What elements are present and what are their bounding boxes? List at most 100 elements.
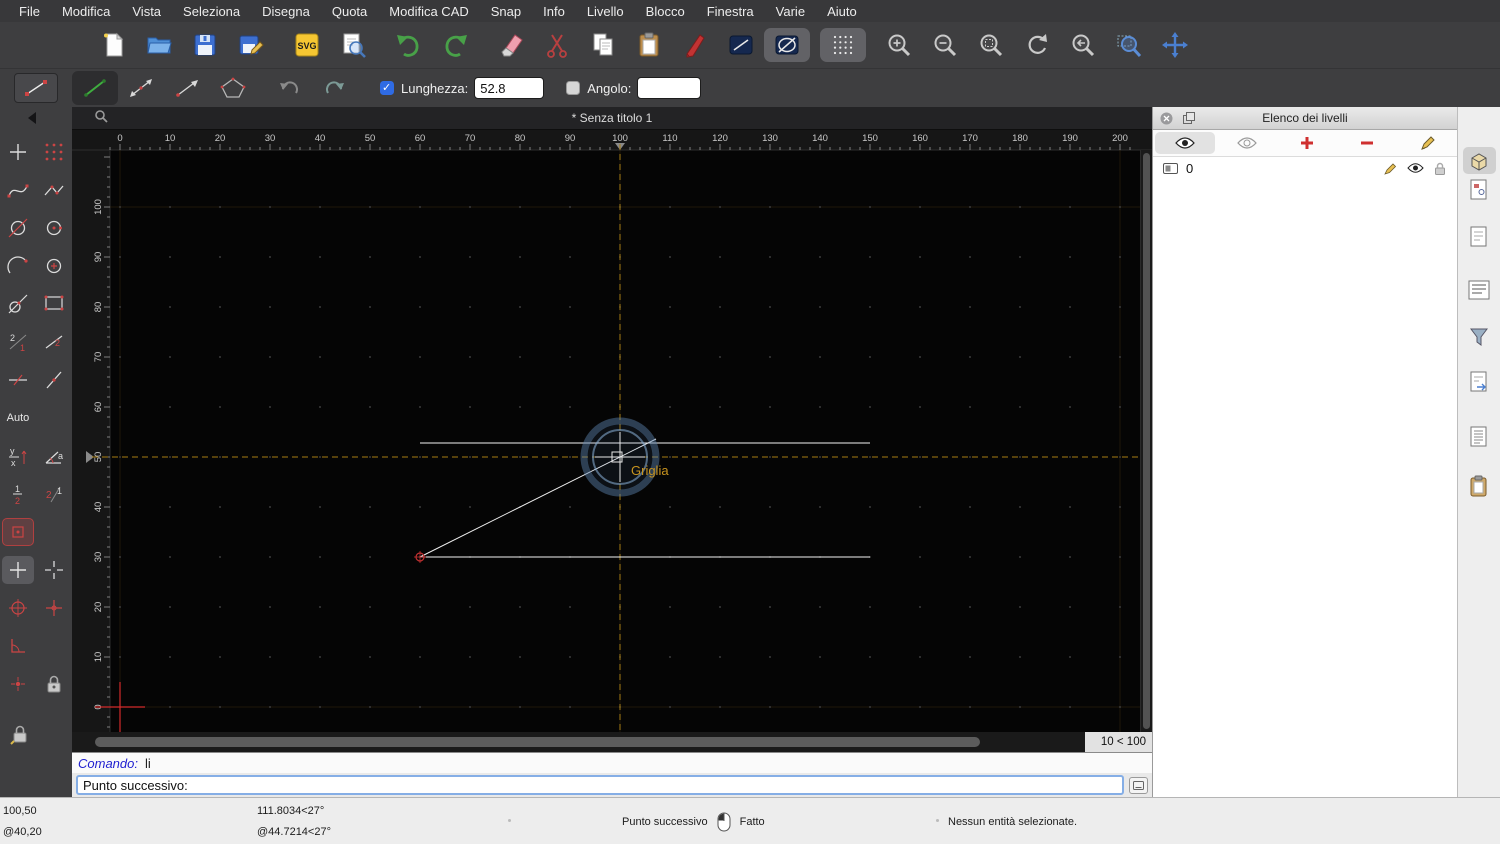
horizontal-scrollbar[interactable]: 10 < 100 [72, 732, 1152, 752]
zoom-out-button[interactable] [922, 25, 968, 65]
angle-snap-button[interactable] [2, 632, 34, 660]
snap-grid-button[interactable] [38, 138, 70, 166]
hide-all-layers-button[interactable] [1217, 130, 1277, 156]
dock-clipboard-button[interactable] [1463, 472, 1496, 499]
paste-button[interactable] [626, 25, 672, 65]
print-preview-button[interactable] [330, 25, 376, 65]
layer-lock-toggle[interactable] [1431, 160, 1449, 176]
menu-vista[interactable]: Vista [121, 4, 172, 19]
collapse-left-toolbar-button[interactable] [0, 107, 72, 130]
layer-visibility-toggle[interactable] [1406, 160, 1424, 176]
set-relative-zero-button[interactable] [38, 556, 70, 584]
menu-livello[interactable]: Livello [576, 4, 635, 19]
copy-button[interactable] [580, 25, 626, 65]
dock-layer-list-button[interactable] [1463, 176, 1496, 203]
close-panel-button[interactable] [1159, 111, 1174, 126]
polygon-button[interactable] [210, 71, 256, 105]
zoom-auto-button[interactable] [968, 25, 1014, 65]
edit-layer-button[interactable] [1397, 130, 1457, 156]
pen-attributes-button[interactable] [672, 25, 718, 65]
restrict-horizontal-button[interactable] [2, 366, 34, 394]
dock-command-line-button[interactable] [1463, 423, 1496, 450]
menu-varie[interactable]: Varie [765, 4, 816, 19]
options-redo-button[interactable] [312, 71, 358, 105]
dock-block-list-button[interactable] [1462, 147, 1496, 174]
menu-aiuto[interactable]: Aiuto [816, 4, 868, 19]
snap-point-button[interactable] [38, 594, 70, 622]
float-panel-button[interactable] [1181, 111, 1196, 126]
drawing-canvas[interactable]: 0 10 20 30 40 50 60 70 80 90 100 110 120 130 140 150 160… [72, 130, 1152, 732]
reference-point-button[interactable] [2, 670, 34, 698]
export-svg-button[interactable]: SVG [284, 25, 330, 65]
snap-middle-button[interactable]: 2 [38, 328, 70, 356]
new-file-button[interactable] [90, 25, 136, 65]
snap-reference-button[interactable] [2, 594, 34, 622]
snap-circle-center-button[interactable] [38, 252, 70, 280]
snap-divide-button[interactable]: 21 [2, 328, 34, 356]
snap-on-entity-button[interactable] [38, 176, 70, 204]
snap-endpoint-button[interactable] [2, 176, 34, 204]
command-input-box[interactable]: Punto successivo: [76, 775, 1124, 795]
angle-checkbox[interactable] [566, 81, 581, 95]
snap-quadrant-button[interactable] [38, 214, 70, 242]
lock-relative-zero-button[interactable] [4, 720, 36, 748]
snap-half-button[interactable]: 12 [2, 480, 34, 508]
menu-modifica-cad[interactable]: Modifica CAD [378, 4, 479, 19]
restrict-orthogonal-button[interactable] [2, 518, 34, 546]
cut-button[interactable] [534, 25, 580, 65]
relative-zero-plus-button[interactable] [2, 556, 34, 584]
open-file-button[interactable] [136, 25, 182, 65]
snap-tangent-button[interactable] [2, 290, 34, 318]
command-input[interactable] [191, 777, 1117, 793]
delete-button[interactable] [488, 25, 534, 65]
layer-row[interactable]: 0 [1153, 157, 1457, 179]
restrict-vertical-button[interactable] [38, 366, 70, 394]
command-keyboard-button[interactable] [1129, 776, 1148, 794]
dock-entity-list-button[interactable] [1463, 276, 1496, 303]
menu-finestra[interactable]: Finestra [696, 4, 765, 19]
grid-toggle-button[interactable] [820, 28, 866, 62]
length-input[interactable] [474, 77, 545, 99]
menu-quota[interactable]: Quota [321, 4, 378, 19]
vertical-scrollbar-thumb[interactable] [1143, 153, 1150, 729]
remove-layer-button[interactable] [1337, 130, 1397, 156]
snap-ratio-button[interactable]: 21 [38, 480, 70, 508]
coordinates-cartesian-button[interactable]: yx [2, 442, 34, 470]
layer-edit-icon[interactable] [1381, 160, 1399, 176]
zoom-redraw-button[interactable] [1014, 25, 1060, 65]
zoom-window-button[interactable] [1106, 25, 1152, 65]
horizontal-scrollbar-thumb[interactable] [95, 737, 980, 747]
snap-auto-button[interactable]: Auto [1, 404, 35, 432]
menu-seleziona[interactable]: Seleziona [172, 4, 251, 19]
coordinates-polar-button[interactable]: a [38, 442, 70, 470]
save-button[interactable] [182, 25, 228, 65]
line-ray-button[interactable] [164, 71, 210, 105]
vertical-scrollbar[interactable] [1140, 150, 1152, 732]
undo-button[interactable] [386, 25, 432, 65]
menu-info[interactable]: Info [532, 4, 576, 19]
length-checkbox[interactable] [380, 81, 394, 95]
snap-distance-button[interactable] [2, 252, 34, 280]
add-layer-button[interactable] [1277, 130, 1337, 156]
menu-snap[interactable]: Snap [480, 4, 532, 19]
menu-modifica[interactable]: Modifica [51, 4, 121, 19]
lock-snap-button[interactable] [38, 670, 70, 698]
line-2-points-button[interactable] [72, 71, 118, 105]
line-multiple-button[interactable] [118, 71, 164, 105]
save-as-button[interactable] [228, 25, 274, 65]
redo-button[interactable] [432, 25, 478, 65]
angle-input[interactable] [637, 77, 702, 99]
menu-file[interactable]: File [8, 4, 51, 19]
dock-filter-button[interactable] [1463, 323, 1496, 350]
dock-library-browser-button[interactable] [1463, 368, 1496, 395]
menu-blocco[interactable]: Blocco [635, 4, 696, 19]
draft-mode-button[interactable] [764, 28, 810, 62]
menu-disegna[interactable]: Disegna [251, 4, 321, 19]
selection-window-button[interactable] [38, 290, 70, 318]
show-all-layers-button[interactable] [1155, 132, 1215, 154]
dock-document-button[interactable] [1463, 223, 1496, 250]
line-attributes-button[interactable] [718, 25, 764, 65]
zoom-in-button[interactable] [876, 25, 922, 65]
snap-free-button[interactable] [2, 138, 34, 166]
snap-center-button[interactable] [2, 214, 34, 242]
